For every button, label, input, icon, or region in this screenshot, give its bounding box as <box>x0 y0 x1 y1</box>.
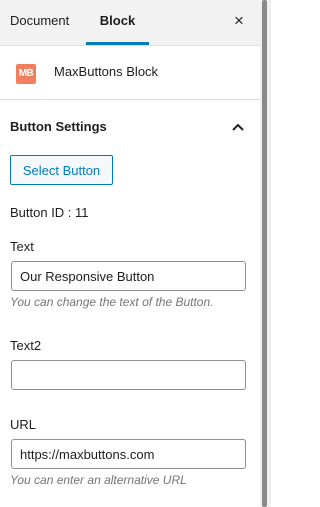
scrollbar-thumb[interactable] <box>262 0 267 507</box>
url-help: You can enter an alternative URL <box>10 473 187 487</box>
sidebar-tabs: Document Block × <box>0 0 260 46</box>
text-label: Text <box>10 239 34 254</box>
tab-block[interactable]: Block <box>86 0 149 45</box>
text-field[interactable] <box>11 261 246 291</box>
block-card: MB MaxButtons Block <box>0 46 260 100</box>
block-title: MaxButtons Block <box>54 64 159 79</box>
maxbuttons-logo-icon: MB <box>16 64 36 84</box>
tab-document[interactable]: Document <box>10 0 69 45</box>
text-help: You can change the text of the Button. <box>10 295 214 309</box>
text2-field[interactable] <box>11 360 246 390</box>
scrollbar[interactable] <box>260 0 271 507</box>
url-label: URL <box>10 417 37 432</box>
url-field[interactable] <box>11 439 246 469</box>
button-id: Button ID : 11 <box>10 205 89 220</box>
close-icon[interactable]: × <box>229 11 249 31</box>
button-settings-toggle[interactable]: Button Settings <box>0 101 260 151</box>
panel-title: Button Settings <box>10 119 107 134</box>
select-button[interactable]: Select Button <box>10 155 113 185</box>
chevron-up-icon <box>232 123 244 131</box>
text2-label: Text2 <box>10 338 42 353</box>
